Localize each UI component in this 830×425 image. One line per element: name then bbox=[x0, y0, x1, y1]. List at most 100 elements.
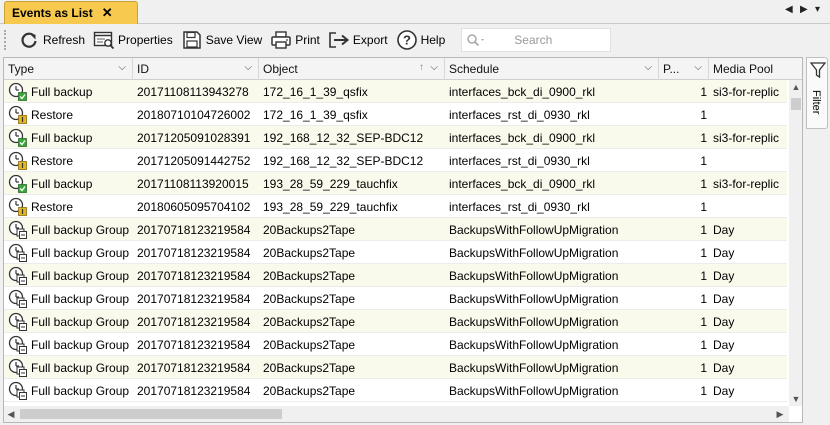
id-cell: 20171108113943278 bbox=[133, 80, 259, 103]
table-row[interactable]: Full backup 20171108113943278 172_16_1_39_… bbox=[4, 80, 787, 103]
p-cell-text: 1 bbox=[700, 199, 707, 214]
export-button[interactable]: Export bbox=[324, 27, 392, 53]
chevron-down-icon[interactable]: ⌵ bbox=[118, 62, 126, 73]
full-backup-group-icon bbox=[8, 312, 28, 332]
table-row[interactable]: Full backup 20171205091028391 192_168_12_3… bbox=[4, 126, 787, 149]
type-cell: Restore bbox=[4, 149, 133, 172]
svg-text:?: ? bbox=[403, 33, 411, 48]
p-cell: 1 bbox=[659, 103, 709, 126]
search-icon[interactable] bbox=[466, 33, 488, 47]
media-pool-cell bbox=[709, 103, 787, 126]
type-cell: Full backup Group bbox=[4, 287, 133, 310]
table-row[interactable]: Full backup Group 20170718123219584 20Back… bbox=[4, 333, 787, 356]
table-row[interactable]: Full backup Group 20170718123219584 20Back… bbox=[4, 356, 787, 379]
media-pool-cell-text: Day bbox=[713, 245, 735, 260]
media-pool-cell: Day bbox=[709, 356, 787, 379]
id-cell-text: 20171108113943278 bbox=[137, 84, 249, 99]
object-cell: 20Backups2Tape bbox=[259, 379, 445, 402]
save-view-button[interactable]: Save View bbox=[177, 27, 266, 53]
p-cell: 1 bbox=[659, 172, 709, 195]
table-row[interactable]: Full backup 20171108113920015 193_28_59_22… bbox=[4, 172, 787, 195]
table-row[interactable]: Full backup Group 20170718123219584 20Back… bbox=[4, 310, 787, 333]
p-cell: 1 bbox=[659, 356, 709, 379]
id-cell: 20170718123219584 bbox=[133, 218, 259, 241]
id-cell-text: 20170718123219584 bbox=[137, 245, 251, 260]
chevron-down-icon[interactable]: ⌵ bbox=[430, 62, 438, 73]
media-pool-cell: si3-for-replic bbox=[709, 80, 787, 103]
schedule-cell: BackupsWithFollowUpMigration bbox=[445, 264, 659, 287]
object-cell-text: 20Backups2Tape bbox=[263, 314, 356, 329]
column-header-type[interactable]: Type ⌵ bbox=[4, 58, 133, 80]
vertical-scroll-thumb[interactable] bbox=[791, 98, 801, 110]
column-header-p[interactable]: P... ⌵ bbox=[659, 58, 709, 80]
media-pool-cell: Day bbox=[709, 333, 787, 356]
object-cell-text: 192_168_12_32_SEP-BDC12 bbox=[263, 153, 424, 168]
id-cell: 20170718123219584 bbox=[133, 356, 259, 379]
id-cell: 20170718123219584 bbox=[133, 287, 259, 310]
refresh-button[interactable]: Refresh bbox=[14, 27, 89, 53]
tab-events-as-list[interactable]: Events as List ✕ bbox=[4, 1, 138, 24]
chevron-down-icon[interactable]: ⌵ bbox=[694, 62, 702, 73]
chevron-down-icon[interactable]: ⌵ bbox=[244, 62, 252, 73]
scroll-right-icon[interactable]: ▶ bbox=[773, 406, 787, 422]
media-pool-cell-text: si3-for-replic bbox=[713, 84, 780, 99]
scroll-left-icon[interactable]: ◀ bbox=[4, 406, 18, 422]
vertical-scrollbar[interactable]: ▲ ▼ bbox=[789, 80, 802, 406]
object-cell-text: 172_16_1_39_qsfix bbox=[263, 84, 368, 99]
horizontal-scrollbar[interactable]: ◀ ▶ bbox=[4, 406, 789, 422]
media-pool-cell: Day bbox=[709, 264, 787, 287]
help-button[interactable]: ? Help bbox=[392, 27, 450, 53]
tab-next-icon[interactable]: ▶ bbox=[800, 4, 808, 15]
scroll-up-icon[interactable]: ▲ bbox=[789, 80, 802, 94]
tab-menu-icon[interactable]: ▾ bbox=[815, 4, 820, 15]
object-cell: 20Backups2Tape bbox=[259, 287, 445, 310]
media-pool-cell: Day bbox=[709, 218, 787, 241]
table-row[interactable]: Full backup Group 20170718123219584 20Back… bbox=[4, 287, 787, 310]
column-header-schedule[interactable]: Schedule ⌵ bbox=[445, 58, 659, 80]
type-cell: Full backup bbox=[4, 126, 133, 149]
filter-panel-toggle[interactable]: Filter bbox=[806, 57, 828, 129]
horizontal-scroll-thumb[interactable] bbox=[20, 409, 282, 419]
media-pool-cell: si3-for-replic bbox=[709, 172, 787, 195]
media-pool-cell: si3-for-replic bbox=[709, 126, 787, 149]
schedule-cell: BackupsWithFollowUpMigration bbox=[445, 310, 659, 333]
p-cell-text: 1 bbox=[700, 130, 707, 145]
tab-prev-icon[interactable]: ◀ bbox=[785, 4, 793, 15]
media-pool-cell-text: Day bbox=[713, 291, 735, 306]
save-view-label: Save View bbox=[205, 33, 263, 47]
schedule-cell: BackupsWithFollowUpMigration bbox=[445, 287, 659, 310]
p-cell: 1 bbox=[659, 80, 709, 103]
table-row[interactable]: Full backup Group 20170718123219584 20Back… bbox=[4, 264, 787, 287]
scroll-down-icon[interactable]: ▼ bbox=[789, 392, 802, 406]
table-row[interactable]: Restore 20171205091442752 192_168_12_32_SE… bbox=[4, 149, 787, 172]
table-row[interactable]: Restore 20180605095704102 193_28_59_229_ta… bbox=[4, 195, 787, 218]
type-cell-text: Restore bbox=[31, 107, 74, 122]
table-row[interactable]: Restore 20180710104726002 172_16_1_39_qsfi… bbox=[4, 103, 787, 126]
table-row[interactable]: Full backup Group 20170718123219584 20Back… bbox=[4, 218, 787, 241]
table-row[interactable]: Full backup Group 20170718123219584 20Back… bbox=[4, 241, 787, 264]
media-pool-cell-text: si3-for-replic bbox=[713, 130, 780, 145]
toolbar-grip[interactable] bbox=[4, 30, 8, 50]
full-backup-icon bbox=[8, 174, 28, 194]
events-table: Type ⌵ ID ⌵ Object ↑ ⌵ Schedule ⌵ P... ⌵… bbox=[3, 57, 803, 423]
column-header-id[interactable]: ID ⌵ bbox=[133, 58, 259, 80]
object-cell-text: 20Backups2Tape bbox=[263, 222, 356, 237]
tab-close-icon[interactable]: ✕ bbox=[102, 5, 113, 21]
object-cell: 172_16_1_39_qsfix bbox=[259, 103, 445, 126]
column-header-object[interactable]: Object ↑ ⌵ bbox=[259, 58, 445, 80]
type-cell: Full backup bbox=[4, 172, 133, 195]
chevron-down-icon[interactable]: ⌵ bbox=[644, 62, 652, 73]
table-row[interactable]: Full backup Group 20170718123219584 20Back… bbox=[4, 379, 787, 402]
column-header-media-pool[interactable]: Media Pool bbox=[709, 58, 802, 80]
object-cell: 20Backups2Tape bbox=[259, 241, 445, 264]
type-cell: Full backup Group bbox=[4, 356, 133, 379]
search-input[interactable]: Search bbox=[461, 28, 612, 52]
full-backup-group-icon bbox=[8, 289, 28, 309]
object-cell-text: 20Backups2Tape bbox=[263, 268, 356, 283]
properties-button[interactable]: Properties bbox=[89, 27, 177, 53]
object-cell: 20Backups2Tape bbox=[259, 310, 445, 333]
p-cell-text: 1 bbox=[700, 383, 707, 398]
print-button[interactable]: Print bbox=[266, 27, 324, 53]
schedule-cell-text: BackupsWithFollowUpMigration bbox=[449, 383, 619, 398]
id-cell-text: 20170718123219584 bbox=[137, 337, 251, 352]
